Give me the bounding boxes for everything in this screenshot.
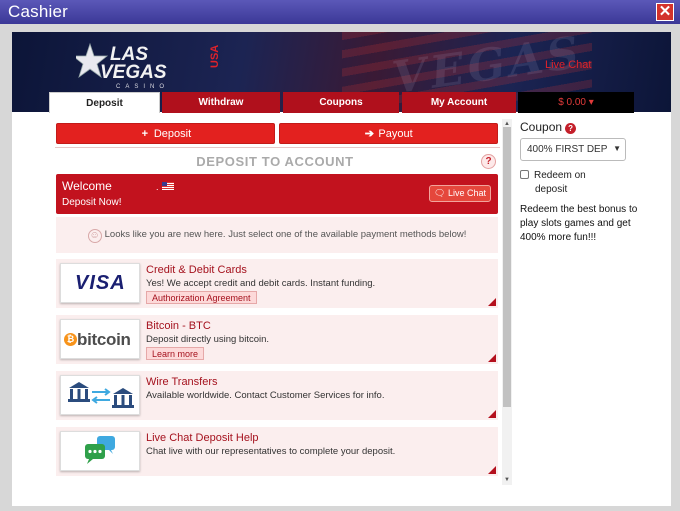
bank-transfer-icon [60,375,140,415]
bitcoin-coin-icon: ₿ [64,333,77,346]
balance-dropdown[interactable]: $ 0.00 ▾ [518,92,634,113]
redeem-label-line2: deposit [535,184,568,195]
coupon-selected-value: 400% FIRST DEP [527,144,608,155]
visa-icon: VISA [60,263,140,303]
bitcoin-icon: ₿ bitcoin [60,319,140,359]
plus-icon: + [141,128,149,140]
scroll-down-icon[interactable]: ▼ [503,476,511,484]
live-chat-button[interactable]: 🗨 Live Chat [429,185,491,202]
redeem-on-deposit: Redeem on deposit [520,169,586,197]
tab-coupons[interactable]: Coupons [283,92,399,113]
window-frame-bottom [0,506,680,511]
redeem-checkbox[interactable] [520,170,529,179]
redeem-label-line1: Redeem on [534,170,586,181]
method-title: Live Chat Deposit Help [146,432,259,444]
window-title-bar: Cashier ✕ [0,0,680,24]
window-frame [0,24,680,32]
promo-text: Redeem the best bonus to play slots game… [520,204,638,243]
us-flag-icon [162,182,174,190]
coupon-sidebar: Coupon? 400% FIRST DEP ▼ Redeem on depos… [520,118,660,243]
payment-method-live-chat[interactable]: Live Chat Deposit Help Chat live with ou… [56,427,498,476]
payment-method-bitcoin[interactable]: ₿ bitcoin Bitcoin - BTC Deposit directly… [56,315,498,364]
deposit-heading: DEPOSIT TO ACCOUNT [196,154,354,169]
chat-bubbles-icon [60,431,140,471]
payout-button-label: Payout [378,128,413,140]
window-frame-left [0,24,12,511]
divider [55,147,500,148]
chat-bubble-icon: 🗨 [434,188,446,198]
window-frame-right [671,24,680,511]
notice-text: Looks like you are new here. Just select… [104,229,467,240]
method-title: Bitcoin - BTC [146,320,211,332]
bitcoin-logo-text: bitcoin [77,330,131,349]
method-description: Chat live with our representatives to co… [146,446,396,457]
scrollbar-thumb[interactable] [503,127,511,407]
chevron-down-icon: ▼ [613,144,621,153]
help-icon[interactable]: ? [481,154,496,169]
casino-logo: LAS VEGAS CASINO USA [76,42,221,90]
welcome-subtitle: Deposit Now! [62,197,122,208]
payout-button[interactable]: ➔ Payout [279,123,498,144]
new-user-notice: ☺ Looks like you are new here. Just selec… [56,217,498,253]
smiley-icon: ☺ [87,229,102,243]
corner-triangle-icon [488,298,496,306]
arrow-circle-right-icon: ➔ [364,128,374,140]
method-description: Available worldwide. Contact Customer Se… [146,390,385,401]
logo-word-casino: CASINO [116,84,169,90]
method-title: Wire Transfers [146,376,218,388]
corner-triangle-icon [488,466,496,474]
header-live-chat-link[interactable]: Live Chat [545,59,591,71]
tab-deposit[interactable]: Deposit [49,92,160,113]
method-title: Credit & Debit Cards [146,264,247,276]
live-chat-button-label: Live Chat [447,188,486,198]
chat-bubbles-graphic [85,436,115,464]
welcome-banner: Welcome . Deposit Now! 🗨 Live Chat [56,174,498,214]
coupon-select[interactable]: 400% FIRST DEP ▼ [520,138,626,161]
corner-triangle-icon [488,410,496,418]
tab-my-account[interactable]: My Account [402,92,516,113]
bank-transfer-graphic [68,382,134,408]
welcome-greeting: Welcome [62,179,112,193]
deposit-button-label: Deposit [153,128,192,140]
username-mask: . [156,182,159,192]
payment-method-cards[interactable]: VISA Credit & Debit Cards Yes! We accept… [56,259,498,308]
deposit-panel: + Deposit ➔ Payout DEPOSIT TO ACCOUNT ? We… [55,119,502,485]
method-description: Deposit directly using bitcoin. [146,334,270,345]
logo-word-vegas: VEGAS [100,62,167,83]
window-title: Cashier [8,2,68,21]
learn-more-link[interactable]: Learn more [146,347,205,360]
deposit-button[interactable]: + Deposit [56,123,275,144]
payment-method-wire[interactable]: Wire Transfers Available worldwide. Cont… [56,371,498,420]
coupon-help-icon[interactable]: ? [565,123,577,134]
logo-badge-usa: USA [209,45,221,68]
coupon-label: Coupon [520,120,563,134]
visa-logo-text: VISA [75,272,126,294]
method-description: Yes! We accept credit and debit cards. I… [146,278,376,289]
close-icon[interactable]: ✕ [656,3,674,21]
corner-triangle-icon [488,354,496,362]
tab-withdraw[interactable]: Withdraw [162,92,280,113]
authorization-agreement-link[interactable]: Authorization Agreement [146,291,257,304]
